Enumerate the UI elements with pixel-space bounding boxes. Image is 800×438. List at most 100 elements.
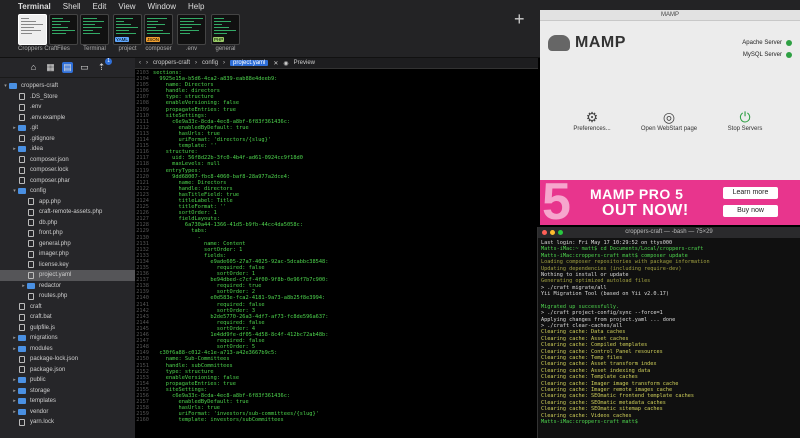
disclosure-arrow-icon[interactable]: ▸	[11, 375, 18, 386]
tree-file-row[interactable]: .env.example	[0, 113, 135, 124]
disclosure-arrow-icon[interactable]: ▾	[2, 81, 9, 92]
document-icon[interactable]: ▭	[79, 62, 90, 73]
tab-5[interactable]: .env	[177, 14, 206, 52]
add-tab-plus-icon[interactable]: +	[514, 10, 525, 28]
tree-folder-row[interactable]: ▸ redactor	[0, 281, 135, 292]
file-icon	[28, 250, 34, 258]
breadcrumb-item[interactable]: croppers-craft	[153, 60, 190, 66]
tree-file-row[interactable]: composer.phar	[0, 176, 135, 187]
menu-edit[interactable]: Edit	[93, 2, 107, 11]
close-window-icon[interactable]	[542, 230, 547, 235]
eye-icon[interactable]: ◉	[283, 60, 288, 67]
tab-2[interactable]: Terminal	[80, 14, 109, 52]
tree-file-row[interactable]: package.json	[0, 365, 135, 376]
menu-window[interactable]: Window	[148, 2, 176, 11]
disclosure-arrow-icon[interactable]: ▸	[11, 344, 18, 355]
disclosure-arrow-icon[interactable]: ▸	[11, 396, 18, 407]
disclosure-arrow-icon[interactable]: ▸	[11, 407, 18, 418]
menu-help[interactable]: Help	[188, 2, 204, 11]
nav-forward-icon[interactable]: ›	[146, 60, 148, 66]
nav-back-icon[interactable]: ‹	[139, 60, 141, 66]
preferences-button[interactable]: ⚙ Preferences...	[552, 108, 632, 132]
tree-file-row[interactable]: db.php	[0, 218, 135, 229]
disclosure-arrow-icon[interactable]: ▸	[11, 144, 18, 155]
thumbnail-line	[214, 21, 231, 22]
tree-folder-row[interactable]: ▸ vendor	[0, 407, 135, 418]
tree-file-row[interactable]: composer.lock	[0, 165, 135, 176]
tree-file-row[interactable]: project.yaml	[0, 270, 135, 281]
preview-button[interactable]: Preview	[294, 60, 315, 66]
tree-file-row[interactable]: routes.php	[0, 291, 135, 302]
folder-icon	[9, 83, 17, 90]
tree-file-row[interactable]: craft.bat	[0, 312, 135, 323]
disclosure-arrow-icon[interactable]: ▸	[20, 281, 27, 292]
grid-icon[interactable]: ▦	[45, 62, 56, 73]
breadcrumb-item[interactable]: config	[202, 60, 218, 66]
tab-1[interactable]: Files	[49, 14, 78, 52]
open-webstart-button[interactable]: ◎ Open WebStart page	[629, 108, 709, 132]
file-icon	[19, 324, 25, 332]
tree-file-row[interactable]: license.key	[0, 260, 135, 271]
terminal-window: croppers-craft — -bash — 75×29 Last logi…	[537, 227, 800, 438]
tree-file-row[interactable]: front.php	[0, 228, 135, 239]
learn-more-button[interactable]: Learn more	[723, 187, 778, 199]
tree-folder-row[interactable]: ▾ config	[0, 186, 135, 197]
tree-folder-row[interactable]: ▸ .git	[0, 123, 135, 134]
tab-0[interactable]: Croppers Craft	[18, 14, 57, 52]
tree-folder-row[interactable]: ▸ modules	[0, 344, 135, 355]
stop-servers-button[interactable]: ⏻ Stop Servers	[705, 108, 785, 132]
buy-now-button[interactable]: Buy now	[723, 205, 778, 217]
tree-folder-row[interactable]: ▸ .idea	[0, 144, 135, 155]
menu-app-terminal[interactable]: Terminal	[18, 2, 51, 11]
thumbnail-line	[52, 33, 66, 34]
zoom-window-icon[interactable]	[558, 230, 563, 235]
file-icon	[28, 240, 34, 248]
tree-file-row[interactable]: general.php	[0, 239, 135, 250]
disclosure-arrow-icon[interactable]: ▸	[11, 123, 18, 134]
tree-file-row[interactable]: craft-remote-assets.php	[0, 207, 135, 218]
breadcrumb-current-file[interactable]: project.yaml	[230, 60, 269, 66]
thumbnail-line	[83, 27, 102, 28]
tree-file-row[interactable]: package-lock.json	[0, 354, 135, 365]
disclosure-arrow-icon[interactable]: ▸	[11, 333, 18, 344]
tree-folder-row[interactable]: ▾ croppers-craft	[0, 81, 135, 92]
tree-file-row[interactable]: craft	[0, 302, 135, 313]
code-area[interactable]: 2103 sections: 2104 9925e15a-b5d6-4ca2-a83…	[135, 70, 538, 423]
tree-file-row[interactable]: .DS_Store	[0, 92, 135, 103]
tab-6[interactable]: PHP general	[211, 14, 240, 52]
tree-folder-row[interactable]: ▸ migrations	[0, 333, 135, 344]
thumbnail-line	[52, 30, 75, 31]
mamp-pro-promo-banner[interactable]: 5 MAMP PRO 5 OUT NOW! Learn more Buy now	[540, 180, 800, 225]
home-icon[interactable]: ⌂	[28, 62, 39, 73]
file-icon	[19, 313, 25, 321]
file-icon	[19, 103, 25, 111]
disclosure-arrow-icon[interactable]: ▾	[11, 186, 18, 197]
menu-shell[interactable]: Shell	[63, 2, 81, 11]
thumbnail-line	[21, 21, 36, 22]
tree-file-row[interactable]: app.php	[0, 197, 135, 208]
minimize-window-icon[interactable]	[550, 230, 555, 235]
upload-icon[interactable]: ⇡ 1	[96, 58, 112, 73]
mamp-logo-text: MAMP	[575, 34, 626, 51]
tab-label: Terminal	[83, 46, 106, 52]
menu-view[interactable]: View	[118, 2, 135, 11]
tree-folder-row[interactable]: ▸ storage	[0, 386, 135, 397]
tree-file-row[interactable]: imager.php	[0, 249, 135, 260]
tab-3[interactable]: YAML project	[113, 14, 142, 52]
disclosure-arrow-icon[interactable]: ▸	[11, 386, 18, 397]
promo-title: MAMP PRO 5	[590, 186, 684, 202]
tree-folder-row[interactable]: ▸ templates	[0, 396, 135, 407]
tab-4[interactable]: JSON composer	[144, 14, 173, 52]
tree-folder-row[interactable]: ▸ public	[0, 375, 135, 386]
close-tab-icon[interactable]: ✕	[273, 60, 278, 67]
terminal-line: Matts-iMac:croppers-craft matt$	[541, 418, 641, 425]
files-icon[interactable]: ▤	[62, 62, 73, 73]
tree-file-row[interactable]: gulpfile.js	[0, 323, 135, 334]
tree-file-row[interactable]: .env	[0, 102, 135, 113]
tab-label: project	[118, 46, 137, 52]
terminal-output[interactable]: Last login: Fri May 17 10:29:52 on ttys0…	[538, 238, 800, 427]
tree-file-row[interactable]: .gitignore	[0, 134, 135, 145]
tree-file-row[interactable]: yarn.lock	[0, 417, 135, 428]
tab-thumbnail	[49, 14, 78, 45]
tree-file-row[interactable]: composer.json	[0, 155, 135, 166]
